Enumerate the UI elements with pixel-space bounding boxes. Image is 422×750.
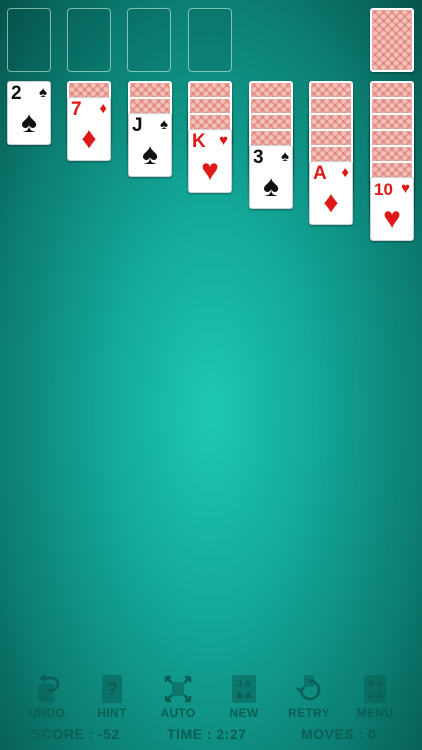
card-suit-big: ♦ (323, 186, 339, 219)
card-suit-big: ♠ (263, 170, 279, 203)
card-suit-big: ♦ (81, 122, 97, 155)
svg-text:♥♠: ♥♠ (367, 680, 383, 690)
auto-label: AUTO (160, 706, 196, 720)
tableau-card-col3[interactable]: J ♠ ♠ (128, 113, 172, 177)
card-suit-small: ♥ (401, 180, 410, 197)
svg-text:J A: J A (237, 679, 251, 689)
svg-text:?: ? (107, 679, 118, 699)
card-rank: A (313, 163, 327, 184)
hint-label: HINT (97, 706, 127, 720)
card-suit-small: ♦ (99, 100, 107, 117)
foundation-slot-2[interactable] (67, 8, 111, 72)
hint-button[interactable]: ? HINT (86, 672, 138, 720)
undo-button[interactable]: UNDO (21, 672, 73, 720)
score-display: SCORE : -52 (32, 726, 120, 742)
undo-icon (38, 674, 60, 702)
foundation-slot-4[interactable] (188, 8, 232, 72)
time-display: TIME : 2:27 (167, 726, 247, 742)
tableau-card-col1[interactable]: 2 ♠ ♠ (7, 81, 51, 145)
moves-display: MOVES : 0 (301, 726, 377, 742)
card-rank: K (192, 131, 206, 152)
tableau-card-col5[interactable]: 3 ♠ ♠ (249, 145, 293, 209)
card-rank: 2 (11, 83, 22, 104)
auto-icon (164, 675, 192, 703)
card-suit-big: ♠ (21, 106, 37, 139)
card-suit-small: ♥ (219, 132, 228, 149)
svg-text:♣♠: ♣♠ (235, 691, 253, 702)
stock-pile[interactable] (370, 8, 414, 72)
card-rank: 10 (374, 180, 393, 199)
menu-label: MENU (356, 706, 394, 720)
retry-button[interactable]: RETRY (283, 672, 335, 720)
card-rank: 7 (71, 99, 82, 120)
menu-button[interactable]: ♥♠ ♦♣ MENU (349, 672, 401, 720)
tableau-card-col2[interactable]: 7 ♦ ♦ (67, 97, 111, 161)
foundation-slot-3[interactable] (127, 8, 171, 72)
tableau-card-col6[interactable]: A ♦ ♦ (309, 161, 353, 225)
retry-icon (296, 675, 321, 701)
foundation-slot-1[interactable] (7, 8, 51, 72)
card-suit-big: ♥ (383, 202, 401, 235)
tableau-card-col7[interactable]: 10 ♥ ♥ (370, 177, 414, 241)
card-suit-big: ♥ (201, 154, 219, 187)
card-suit-small: ♠ (160, 116, 168, 133)
hint-icon: ? (102, 675, 122, 703)
card-suit-small: ♠ (281, 148, 289, 165)
new-game-label: NEW (229, 706, 259, 720)
card-rank: 3 (253, 147, 264, 168)
card-suit-small: ♠ (39, 84, 47, 101)
tableau-card-col4[interactable]: K ♥ ♥ (188, 129, 232, 193)
auto-button[interactable]: AUTO (152, 672, 204, 720)
new-game-icon: J A ♣♠ (232, 675, 256, 703)
retry-label: RETRY (288, 706, 330, 720)
menu-icon: ♥♠ ♦♣ (364, 675, 386, 703)
svg-text:♦♣: ♦♣ (367, 692, 383, 702)
card-suit-small: ♦ (341, 164, 349, 181)
card-rank: J (132, 115, 143, 136)
card-suit-big: ♠ (142, 138, 158, 171)
undo-label: UNDO (28, 706, 66, 720)
new-game-button[interactable]: J A ♣♠ NEW (218, 672, 270, 720)
